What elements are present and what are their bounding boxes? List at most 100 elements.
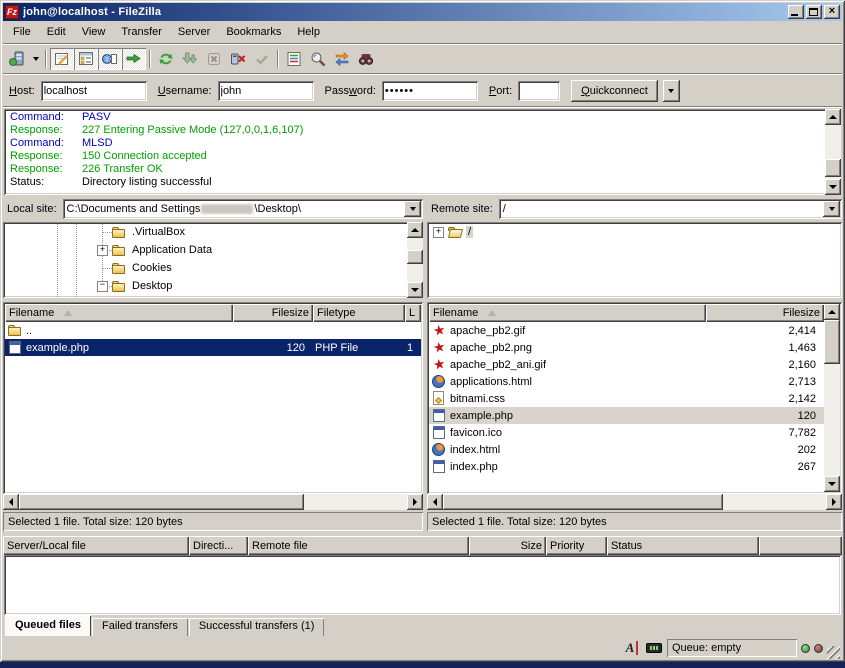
local-site-combo[interactable]: C:\Documents and Settings\Desktop\ xyxy=(63,199,423,219)
remote-file-row-selected[interactable]: example.php 120 xyxy=(429,407,824,424)
toggle-remote-tree-button[interactable] xyxy=(98,48,122,70)
scroll-down-button[interactable] xyxy=(825,179,841,195)
remote-hscrollbar[interactable] xyxy=(427,494,842,510)
resize-grip[interactable] xyxy=(827,646,840,659)
tree-item-cookies[interactable]: Cookies xyxy=(3,259,407,277)
scroll-right-button[interactable] xyxy=(826,494,842,510)
column-header-size[interactable]: Size xyxy=(469,536,546,555)
scroll-thumb[interactable] xyxy=(407,250,423,264)
column-header-last-modified[interactable]: L xyxy=(405,304,421,322)
tree-expander[interactable] xyxy=(97,263,108,274)
port-input[interactable] xyxy=(518,81,560,101)
scroll-thumb[interactable] xyxy=(824,320,840,364)
tree-expander[interactable] xyxy=(97,227,108,238)
tree-item-virtualbox[interactable]: .VirtualBox xyxy=(3,223,407,241)
remote-file-row[interactable]: applications.html 2,713 xyxy=(429,373,824,390)
remote-file-row[interactable]: bitnami.css 2,142 xyxy=(429,390,824,407)
scroll-left-button[interactable] xyxy=(427,494,443,510)
speed-limit-indicator-icon[interactable] xyxy=(645,640,663,656)
reconnect-button[interactable] xyxy=(250,48,274,70)
scroll-thumb[interactable] xyxy=(19,494,304,510)
scroll-up-button[interactable] xyxy=(825,109,841,125)
remote-list-scrollbar[interactable] xyxy=(824,304,840,492)
remote-file-row[interactable]: index.html 202 xyxy=(429,441,824,458)
column-header-filename[interactable]: Filename xyxy=(429,304,706,322)
tree-expander-plus[interactable] xyxy=(433,227,444,238)
minimize-button[interactable] xyxy=(788,5,804,19)
process-queue-button[interactable] xyxy=(178,48,202,70)
scroll-up-button[interactable] xyxy=(824,304,840,320)
remote-file-row[interactable]: favicon.ico 7,782 xyxy=(429,424,824,441)
column-header-filename[interactable]: Filename xyxy=(5,304,233,322)
local-file-row-parent[interactable]: .. xyxy=(5,322,421,339)
close-button[interactable]: × xyxy=(824,5,840,19)
menu-bookmarks[interactable]: Bookmarks xyxy=(218,23,289,41)
menu-transfer[interactable]: Transfer xyxy=(113,23,170,41)
local-tree-scrollbar[interactable] xyxy=(407,222,423,298)
find-files-button[interactable] xyxy=(354,48,378,70)
tree-expander-plus[interactable] xyxy=(97,245,108,256)
refresh-button[interactable] xyxy=(154,48,178,70)
filezilla-app-icon[interactable]: Fz xyxy=(5,5,19,19)
toggle-transfer-queue-button[interactable] xyxy=(122,48,146,70)
column-header-remote-file[interactable]: Remote file xyxy=(248,536,469,555)
log-line: Response:150 Connection accepted xyxy=(10,150,825,163)
data-type-indicator-icon[interactable]: A xyxy=(623,640,641,656)
username-label: Username: xyxy=(158,85,212,97)
column-header-status[interactable]: Status xyxy=(607,536,759,555)
scroll-up-button[interactable] xyxy=(407,222,423,238)
synchronized-browsing-button[interactable] xyxy=(330,48,354,70)
host-input[interactable] xyxy=(41,81,147,101)
column-header-server-local-file[interactable]: Server/Local file xyxy=(3,536,189,555)
message-log: Command:PASV Response:227 Entering Passi… xyxy=(4,109,841,195)
scroll-right-button[interactable] xyxy=(407,494,423,510)
disconnect-button[interactable] xyxy=(226,48,250,70)
tree-item-desktop[interactable]: Desktop xyxy=(3,277,407,295)
column-header-filesize[interactable]: Filesize xyxy=(233,304,313,322)
toggle-local-tree-button[interactable] xyxy=(74,48,98,70)
directory-comparison-button[interactable] xyxy=(306,48,330,70)
scroll-down-button[interactable] xyxy=(407,282,423,298)
remote-file-row[interactable]: index.php 267 xyxy=(429,458,824,475)
cancel-operation-button[interactable] xyxy=(202,48,226,70)
scroll-down-button[interactable] xyxy=(824,476,840,492)
local-file-row-selected[interactable]: example.php 120 PHP File 1 xyxy=(5,339,421,356)
site-manager-button[interactable] xyxy=(5,48,29,70)
tree-item-application-data[interactable]: Application Data xyxy=(3,241,407,259)
log-scrollbar[interactable] xyxy=(825,109,841,195)
quickconnect-dropdown-button[interactable] xyxy=(663,80,680,102)
local-site-dropdown-button[interactable] xyxy=(404,201,421,217)
tab-failed-transfers[interactable]: Failed transfers xyxy=(92,618,188,636)
transfer-queue-list[interactable] xyxy=(4,555,841,615)
local-hscrollbar[interactable] xyxy=(3,494,423,510)
column-header-filetype[interactable]: Filetype xyxy=(313,304,405,322)
scroll-thumb[interactable] xyxy=(443,494,723,510)
menu-edit[interactable]: Edit xyxy=(39,23,74,41)
tab-successful-transfers[interactable]: Successful transfers (1) xyxy=(189,618,325,636)
menu-file[interactable]: File xyxy=(5,23,39,41)
password-input[interactable] xyxy=(382,81,478,101)
remote-file-row[interactable]: apache_pb2.gif 2,414 xyxy=(429,322,824,339)
scroll-thumb[interactable] xyxy=(825,159,841,177)
remote-file-row[interactable]: apache_pb2.png 1,463 xyxy=(429,339,824,356)
maximize-button[interactable] xyxy=(806,5,822,19)
titlebar[interactable]: Fz john@localhost - FileZilla × xyxy=(3,3,842,21)
remote-site-combo[interactable]: / xyxy=(499,199,842,219)
site-manager-dropdown-button[interactable] xyxy=(29,48,42,70)
column-header-filesize[interactable]: Filesize xyxy=(706,304,824,322)
directory-filters-button[interactable] xyxy=(282,48,306,70)
scroll-left-button[interactable] xyxy=(3,494,19,510)
tree-item-root[interactable]: / xyxy=(427,223,842,241)
quickconnect-button[interactable]: Quickconnect xyxy=(571,80,658,102)
remote-file-row[interactable]: apache_pb2_ani.gif 2,160 xyxy=(429,356,824,373)
tree-expander-minus[interactable] xyxy=(97,281,108,292)
column-header-direction[interactable]: Directi... xyxy=(189,536,248,555)
tab-queued-files[interactable]: Queued files xyxy=(5,615,91,636)
menu-view[interactable]: View xyxy=(74,23,114,41)
toggle-log-view-button[interactable] xyxy=(50,48,74,70)
username-input[interactable] xyxy=(218,81,314,101)
remote-site-dropdown-button[interactable] xyxy=(823,201,840,217)
column-header-priority[interactable]: Priority xyxy=(546,536,607,555)
menu-server[interactable]: Server xyxy=(170,23,218,41)
menu-help[interactable]: Help xyxy=(289,23,328,41)
